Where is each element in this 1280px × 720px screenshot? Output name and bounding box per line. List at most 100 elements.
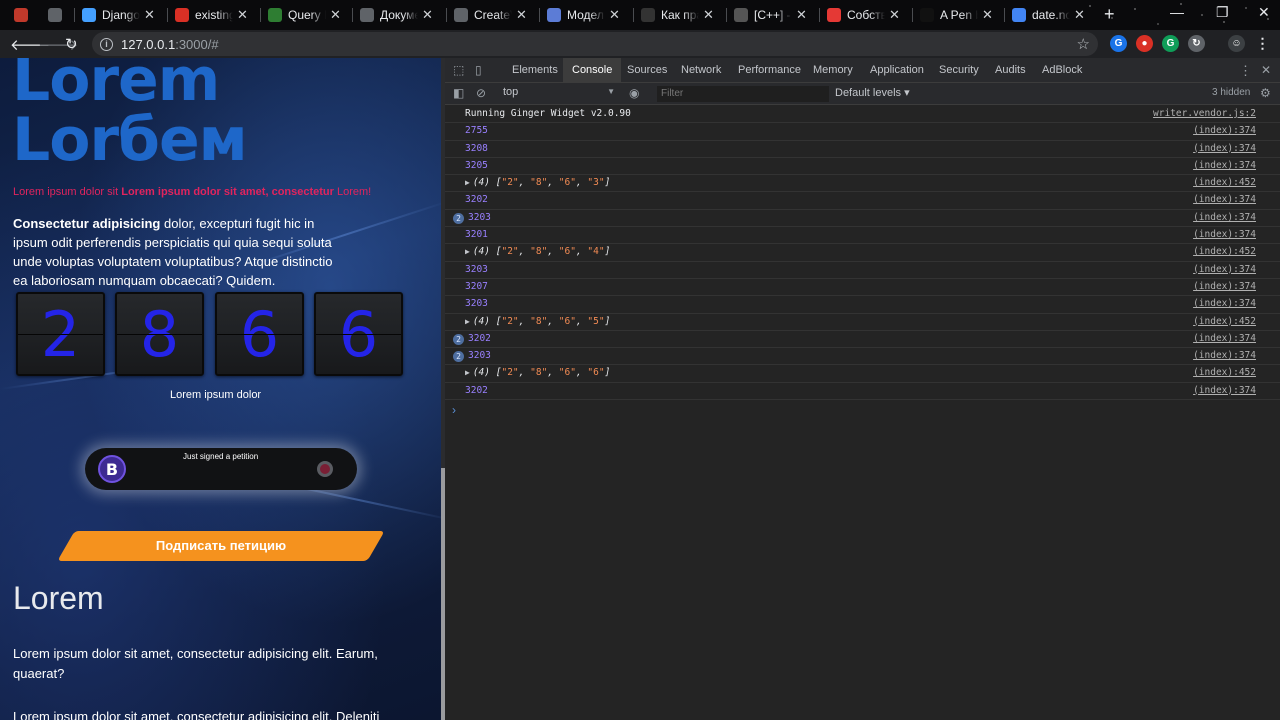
browser-tab[interactable]: Django | ✕ (82, 2, 155, 28)
close-tab-icon[interactable]: ✕ (330, 7, 341, 23)
source-link[interactable]: (index):452 (1193, 175, 1256, 191)
source-link[interactable]: (index):374 (1193, 210, 1256, 226)
close-tab-icon[interactable]: ✕ (1074, 7, 1085, 23)
tab-separator (726, 8, 727, 22)
expand-triangle-icon[interactable]: ▶ (465, 368, 470, 377)
devtools-tab-elements[interactable]: Elements (503, 58, 567, 83)
array-length: (4) (472, 315, 496, 327)
sign-petition-button[interactable]: Подписать петицию (66, 531, 376, 561)
source-link[interactable]: (index):374 (1193, 383, 1256, 399)
browser-tab[interactable]: CreateVi ✕ (454, 2, 527, 28)
hero-title: Lorem Lorбем (12, 58, 432, 170)
source-link[interactable]: (index):374 (1193, 123, 1256, 139)
close-tab-icon[interactable]: ✕ (237, 7, 248, 23)
log-levels-dropdown[interactable]: Default levels ▾ (835, 86, 910, 99)
source-link[interactable]: (index):374 (1193, 262, 1256, 278)
close-tab-icon[interactable]: ✕ (982, 7, 993, 23)
devtools-tab-security[interactable]: Security (930, 58, 988, 83)
browser-tab[interactable]: Докумен ✕ (360, 2, 433, 28)
bookmark-star-icon[interactable]: ☆ (1077, 35, 1090, 53)
eye-icon[interactable]: ◉ (629, 86, 639, 100)
logged-number: 3203 (465, 298, 488, 310)
minimize-button[interactable]: — (1170, 4, 1184, 20)
address-bar[interactable]: i 127.0.0.1 :3000/# ☆ (92, 32, 1098, 56)
expand-triangle-icon[interactable]: ▶ (465, 317, 470, 326)
source-link[interactable]: (index):374 (1193, 331, 1256, 347)
sidebar-toggle-icon[interactable]: ◧ (453, 86, 464, 100)
close-window-button[interactable]: ✕ (1258, 4, 1270, 21)
sync-extension-icon[interactable]: ↻ (1188, 35, 1205, 52)
counter-digit: 2 (16, 292, 105, 376)
context-selector[interactable]: top ▼ (503, 86, 615, 102)
clear-console-icon[interactable]: ⊘ (476, 86, 486, 100)
source-link[interactable]: (index):452 (1193, 244, 1256, 260)
reload-button[interactable]: ↻ (65, 35, 78, 53)
browser-tab[interactable] (14, 2, 34, 28)
dropdown-arrow-icon: ▼ (607, 87, 615, 96)
console-message[interactable]: ▶ (4) ["2", "8", "6", "3"] (465, 175, 610, 191)
new-tab-button[interactable]: + (1104, 4, 1115, 25)
browser-tab[interactable]: Query Ex ✕ (268, 2, 341, 28)
close-tab-icon[interactable]: ✕ (796, 7, 807, 23)
console-message[interactable]: ▶ (4) ["2", "8", "6", "4"] (465, 244, 610, 260)
tab-favicon-icon (1012, 8, 1026, 22)
source-link[interactable]: (index):452 (1193, 365, 1256, 381)
close-tab-icon[interactable]: ✕ (144, 7, 155, 23)
profile-avatar[interactable]: ☺ (1228, 35, 1245, 52)
console-message[interactable]: ▶ (4) ["2", "8", "6", "5"] (465, 314, 610, 330)
source-link[interactable]: (index):452 (1193, 314, 1256, 330)
source-link[interactable]: (index):374 (1193, 279, 1256, 295)
source-link[interactable]: (index):374 (1193, 296, 1256, 312)
counter-digit: 6 (314, 292, 403, 376)
devtools-tab-performance[interactable]: Performance (729, 58, 810, 83)
browser-tab[interactable] (48, 2, 68, 28)
devtools-tab-adblock[interactable]: AdBlock (1033, 58, 1091, 83)
devtools-tab-console[interactable]: Console (563, 58, 622, 83)
signer-avatar: B (98, 455, 126, 483)
red-extension-icon[interactable]: ● (1136, 35, 1153, 52)
source-link[interactable]: writer.vendor.js:2 (1153, 106, 1256, 122)
source-link[interactable]: (index):374 (1193, 158, 1256, 174)
devtools-tab-network[interactable]: Network (672, 58, 730, 83)
tab-title: Собстве (847, 8, 885, 22)
source-link[interactable]: (index):374 (1193, 227, 1256, 243)
inspect-element-icon[interactable]: ⬚ (453, 63, 464, 77)
tab-favicon-icon (360, 8, 374, 22)
browser-tab[interactable]: A Pen by ✕ (920, 2, 993, 28)
close-tab-icon[interactable]: ✕ (516, 7, 527, 23)
console-message[interactable]: ▶ (4) ["2", "8", "6", "6"] (465, 365, 610, 381)
source-link[interactable]: (index):374 (1193, 192, 1256, 208)
console-message: 3208 (465, 141, 488, 157)
console-settings-gear-icon[interactable]: ⚙ (1260, 86, 1271, 100)
browser-tab[interactable]: existing ✕ (175, 2, 248, 28)
close-tab-icon[interactable]: ✕ (703, 7, 714, 23)
info-icon[interactable]: i (100, 37, 113, 51)
expand-triangle-icon[interactable]: ▶ (465, 178, 470, 187)
browser-tab[interactable]: date.now ✕ (1012, 2, 1085, 28)
green-extension-icon[interactable]: G (1162, 35, 1179, 52)
browser-tab[interactable]: Собстве ✕ (827, 2, 900, 28)
devtools-tab-audits[interactable]: Audits (986, 58, 1035, 83)
devtools-menu-icon[interactable]: ⋮ (1239, 63, 1252, 79)
close-tab-icon[interactable]: ✕ (609, 7, 620, 23)
tab-favicon-icon (454, 8, 468, 22)
grammarly-extension-icon[interactable]: G (1110, 35, 1127, 52)
browser-tab[interactable]: Модели ✕ (547, 2, 620, 28)
devtools-tab-sources[interactable]: Sources (618, 58, 676, 83)
close-tab-icon[interactable]: ✕ (889, 7, 900, 23)
console-filter-input[interactable]: Filter (657, 86, 829, 102)
devtools-tab-application[interactable]: Application (861, 58, 933, 83)
console-row: ▶ (4) ["2", "8", "6", "4"] (index):452 (445, 244, 1280, 262)
maximize-button[interactable]: ❐ (1216, 4, 1229, 21)
browser-tab[interactable]: [C++] - F ✕ (734, 2, 807, 28)
expand-triangle-icon[interactable]: ▶ (465, 247, 470, 256)
source-link[interactable]: (index):374 (1193, 348, 1256, 364)
console-prompt[interactable]: › (452, 403, 456, 417)
devtools-tab-memory[interactable]: Memory (804, 58, 862, 83)
browser-tab[interactable]: Как прав ✕ (641, 2, 714, 28)
devtools-close-icon[interactable]: ✕ (1261, 63, 1271, 77)
close-tab-icon[interactable]: ✕ (422, 7, 433, 23)
source-link[interactable]: (index):374 (1193, 141, 1256, 157)
device-toolbar-icon[interactable]: ▯ (475, 63, 482, 77)
menu-dots-icon[interactable]: ⋮ (1254, 35, 1271, 52)
